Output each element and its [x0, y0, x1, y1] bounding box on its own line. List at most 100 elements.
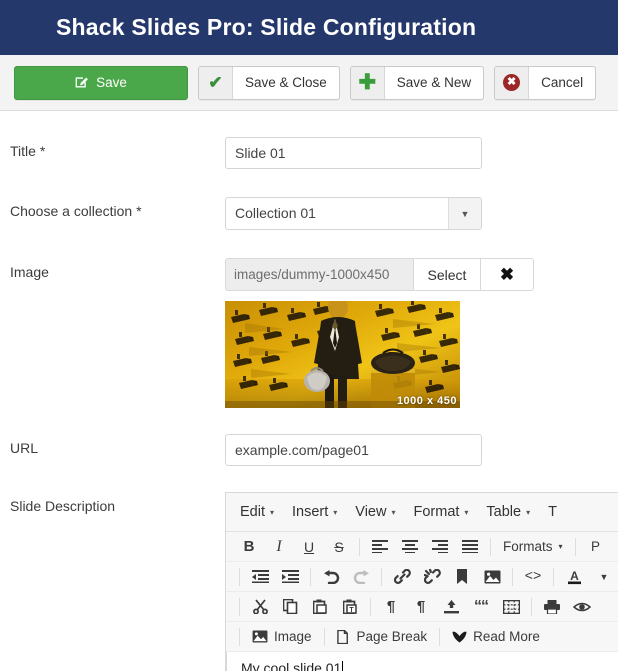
redo-icon[interactable] — [346, 564, 376, 590]
toolbar-divider — [310, 567, 311, 586]
paste-icon[interactable] — [305, 594, 335, 620]
outdent-icon[interactable] — [245, 564, 275, 590]
cancel-button[interactable]: ✖ Cancel — [494, 65, 597, 100]
formats-label: Formats — [503, 539, 553, 554]
menu-insert[interactable]: Insert ▾ — [292, 504, 337, 520]
title-input[interactable] — [225, 137, 482, 169]
url-input[interactable] — [225, 434, 482, 466]
preview-eye-icon[interactable] — [567, 594, 597, 620]
rich-text-editor: Edit ▾ Insert ▾ View ▾ Format ▾ Table ▾ … — [225, 492, 618, 671]
link-icon[interactable] — [387, 564, 417, 590]
toolbar-divider — [553, 567, 554, 586]
title-label: Title * — [10, 143, 46, 159]
editor-content-area[interactable]: My cool slide 01 — [226, 652, 618, 671]
ltr-pilcrow-icon[interactable]: ¶ — [406, 594, 436, 620]
align-right-icon[interactable] — [425, 534, 455, 560]
save-and-close-label: Save & Close — [245, 75, 327, 90]
chevron-down-icon: ▾ — [333, 507, 338, 517]
field-row-collection: Choose a collection * Collection 01 ▼ — [0, 197, 618, 230]
save-and-close-button[interactable]: ✔ Save & Close — [198, 65, 340, 100]
italic-icon[interactable]: I — [264, 534, 294, 560]
editor-toolbar-row-4: Image Page Break Read More — [226, 622, 618, 652]
formats-dropdown[interactable]: Formats ▾ — [496, 534, 570, 560]
insert-image-button[interactable]: Image — [245, 624, 319, 650]
toolbar-divider — [239, 627, 240, 646]
toolbar-divider — [490, 537, 491, 556]
field-row-title: Title * — [0, 137, 618, 169]
strikethrough-icon[interactable]: S — [324, 534, 354, 560]
image-clear-button[interactable]: ✖ — [481, 258, 534, 291]
chevron-down-icon: ▾ — [558, 542, 563, 551]
image-picker-group: images/dummy-1000x450 Select ✖ — [225, 258, 618, 291]
page-title: Shack Slides Pro: Slide Configuration — [56, 14, 477, 40]
paste-as-text-icon[interactable]: T — [335, 594, 365, 620]
read-more-button-label: Read More — [473, 629, 540, 644]
toolbar-divider — [574, 537, 576, 556]
print-icon[interactable] — [537, 594, 567, 620]
read-more-button[interactable]: Read More — [445, 624, 547, 650]
text-color-icon[interactable]: A — [559, 564, 589, 590]
undo-icon[interactable] — [316, 564, 346, 590]
toolbar-divider — [323, 627, 325, 646]
text-color-chevron-down-icon[interactable]: ▼ — [589, 564, 618, 590]
align-justify-icon[interactable] — [455, 534, 485, 560]
toolbar-divider — [381, 567, 382, 586]
unlink-icon[interactable] — [417, 564, 447, 590]
check-icon: ✔ — [199, 66, 233, 99]
menu-edit[interactable]: Edit ▾ — [240, 504, 274, 520]
underline-icon[interactable]: U — [294, 534, 324, 560]
chevron-down-icon: ▾ — [391, 507, 396, 517]
bold-icon[interactable]: B — [234, 534, 264, 560]
field-row-slide-description: Slide Description Edit ▾ Insert ▾ View ▾ — [0, 492, 618, 671]
indent-icon[interactable] — [275, 564, 305, 590]
cancel-circle-icon: ✖ — [495, 66, 530, 99]
align-center-icon[interactable] — [395, 534, 425, 560]
pencil-square-icon — [75, 75, 89, 91]
save-button[interactable]: Save — [14, 65, 188, 100]
upload-icon[interactable] — [436, 594, 466, 620]
toolbar-divider — [239, 567, 240, 586]
menu-table-label: Table — [486, 504, 522, 520]
page-break-button[interactable]: Page Break — [330, 624, 435, 650]
menu-insert-label: Insert — [292, 504, 329, 520]
page-break-icon — [336, 629, 351, 644]
toolbar-divider — [359, 537, 360, 556]
editor-menubar: Edit ▾ Insert ▾ View ▾ Format ▾ Table ▾ … — [226, 493, 618, 532]
paragraph-style-dropdown[interactable]: P — [581, 534, 611, 560]
field-row-image: Image images/dummy-1000x450 Select ✖ 100… — [0, 258, 618, 408]
action-toolbar: Save ✔ Save & Close ✚ Save & New ✖ Cance… — [0, 55, 618, 111]
anchor-bookmark-icon[interactable] — [447, 564, 477, 590]
image-select-button[interactable]: Select — [414, 258, 481, 291]
save-and-new-button[interactable]: ✚ Save & New — [349, 65, 485, 100]
blockquote-icon[interactable]: ““ — [466, 594, 496, 620]
menu-view[interactable]: View ▾ — [355, 504, 395, 520]
align-left-icon[interactable] — [365, 534, 395, 560]
menu-table[interactable]: Table ▾ — [486, 504, 530, 520]
insert-image-icon[interactable] — [477, 564, 507, 590]
svg-text:A: A — [570, 569, 579, 583]
image-thumbnail-graphic — [225, 301, 460, 408]
toolbar-divider — [439, 627, 441, 646]
save-and-new-label: Save & New — [396, 75, 472, 90]
source-code-icon[interactable]: <> — [518, 564, 548, 590]
image-path-field[interactable]: images/dummy-1000x450 — [225, 258, 414, 291]
read-more-chevron-icon — [452, 631, 467, 643]
collection-select[interactable]: Collection 01 ▼ — [225, 197, 482, 230]
copy-icon[interactable] — [275, 594, 305, 620]
show-blocks-pilcrow-icon[interactable]: ¶ — [376, 594, 406, 620]
svg-text:T: T — [349, 607, 354, 614]
collection-selected-value: Collection 01 — [235, 205, 316, 221]
image-label: Image — [10, 264, 49, 280]
chevron-down-icon[interactable]: ▼ — [448, 198, 481, 229]
toolbar-divider — [370, 597, 371, 616]
cancel-label: Cancel — [541, 75, 584, 90]
editor-content-text: My cool slide 01 — [241, 660, 342, 671]
save-button-label: Save — [96, 75, 127, 90]
table-grid-icon[interactable] — [496, 594, 526, 620]
menu-format[interactable]: Format ▾ — [413, 504, 468, 520]
chevron-down-icon: ▾ — [526, 507, 531, 517]
menu-tools[interactable]: T — [548, 504, 557, 520]
chevron-down-icon: ▾ — [464, 507, 469, 517]
cut-icon[interactable] — [245, 594, 275, 620]
menu-edit-label: Edit — [240, 504, 265, 520]
